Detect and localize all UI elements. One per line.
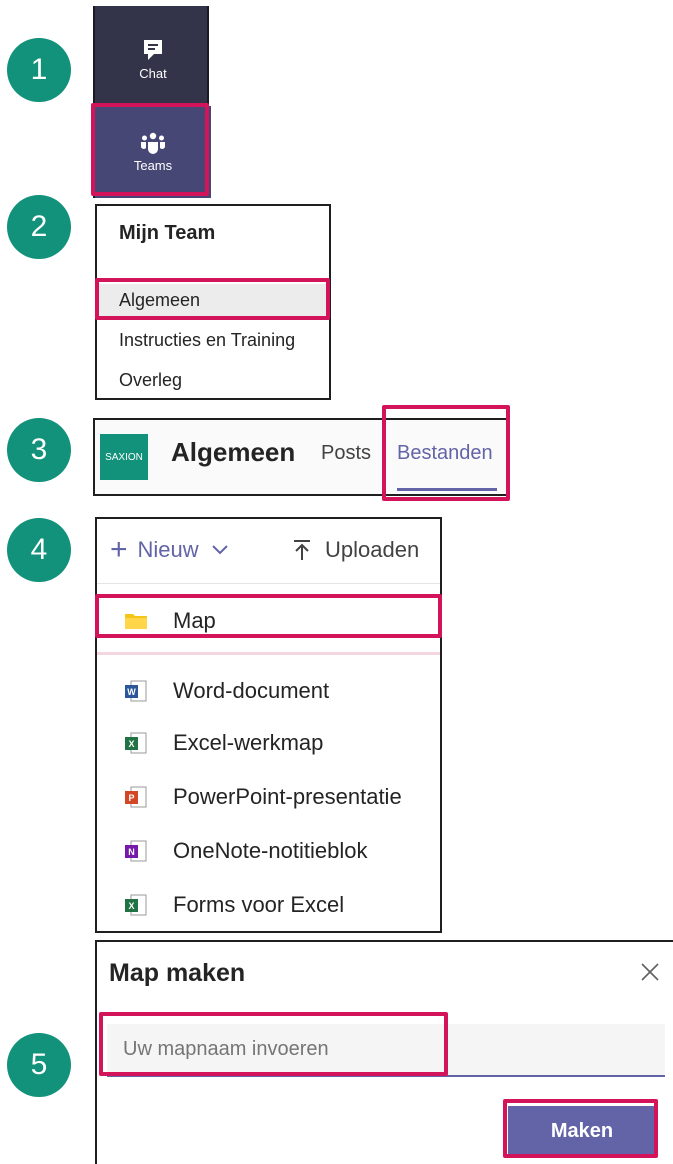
menu-divider <box>97 583 440 584</box>
menu-item-powerpoint[interactable]: P PowerPoint-presentatie <box>97 771 440 823</box>
chat-icon <box>144 39 162 60</box>
step-2-badge: 2 <box>7 195 71 259</box>
menu-item-label: Word-document <box>173 678 330 703</box>
algemeen-highlight <box>95 278 330 320</box>
input-highlight <box>99 1012 448 1076</box>
step-5-badge: 5 <box>7 1033 71 1097</box>
word-icon: W <box>125 680 147 702</box>
close-icon[interactable] <box>640 962 660 982</box>
menu-item-label: Excel-werkmap <box>173 730 324 755</box>
step-1-badge: 1 <box>7 38 71 102</box>
bestanden-highlight <box>382 405 510 501</box>
chevron-down-icon <box>211 545 228 555</box>
rail-chat[interactable]: Chat <box>95 14 211 104</box>
upload-icon <box>294 540 310 560</box>
menu-item-label: PowerPoint-presentatie <box>173 784 402 809</box>
channel-instructies[interactable]: Instructies en Training <box>119 330 295 351</box>
channel-overleg[interactable]: Overleg <box>119 370 182 391</box>
plus-icon: + <box>110 533 128 566</box>
new-button[interactable]: + Nieuw <box>110 533 229 566</box>
menu-item-forms[interactable]: X Forms voor Excel <box>97 879 440 931</box>
channel-name: Algemeen <box>171 437 296 467</box>
svg-text:P: P <box>128 793 134 803</box>
svg-text:N: N <box>128 847 135 857</box>
forms-excel-icon: X <box>125 894 147 916</box>
upload-label: Uploaden <box>325 537 420 562</box>
menu-item-label: OneNote-notitieblok <box>173 838 368 863</box>
menu-separator <box>97 652 440 655</box>
step-4-badge: 4 <box>7 518 71 582</box>
menu-item-label: Forms voor Excel <box>173 892 345 917</box>
teams-highlight <box>91 103 209 196</box>
menu-item-word[interactable]: W Word-document <box>97 665 440 717</box>
upload-button[interactable]: Uploaden <box>293 537 419 563</box>
menu-item-excel[interactable]: X Excel-werkmap <box>97 717 440 769</box>
svg-text:W: W <box>127 687 136 697</box>
menu-item-onenote[interactable]: N OneNote-notitieblok <box>97 825 440 877</box>
svg-text:X: X <box>128 739 134 749</box>
excel-icon: X <box>125 732 147 754</box>
team-title: Mijn Team <box>119 222 216 244</box>
dialog-title: Map maken <box>109 959 246 987</box>
tab-posts[interactable]: Posts <box>321 442 371 465</box>
rail-chat-label: Chat <box>139 65 167 81</box>
onenote-icon: N <box>125 840 147 862</box>
map-highlight <box>95 594 442 638</box>
new-menu: + Nieuw Uploaden Map W Word-document X E… <box>95 517 442 933</box>
maken-highlight <box>503 1099 658 1158</box>
svg-text:X: X <box>128 901 134 911</box>
new-label: Nieuw <box>137 537 199 562</box>
saxion-logo: SAXION <box>100 434 148 480</box>
step-3-badge: 3 <box>7 418 71 482</box>
powerpoint-icon: P <box>125 786 147 808</box>
